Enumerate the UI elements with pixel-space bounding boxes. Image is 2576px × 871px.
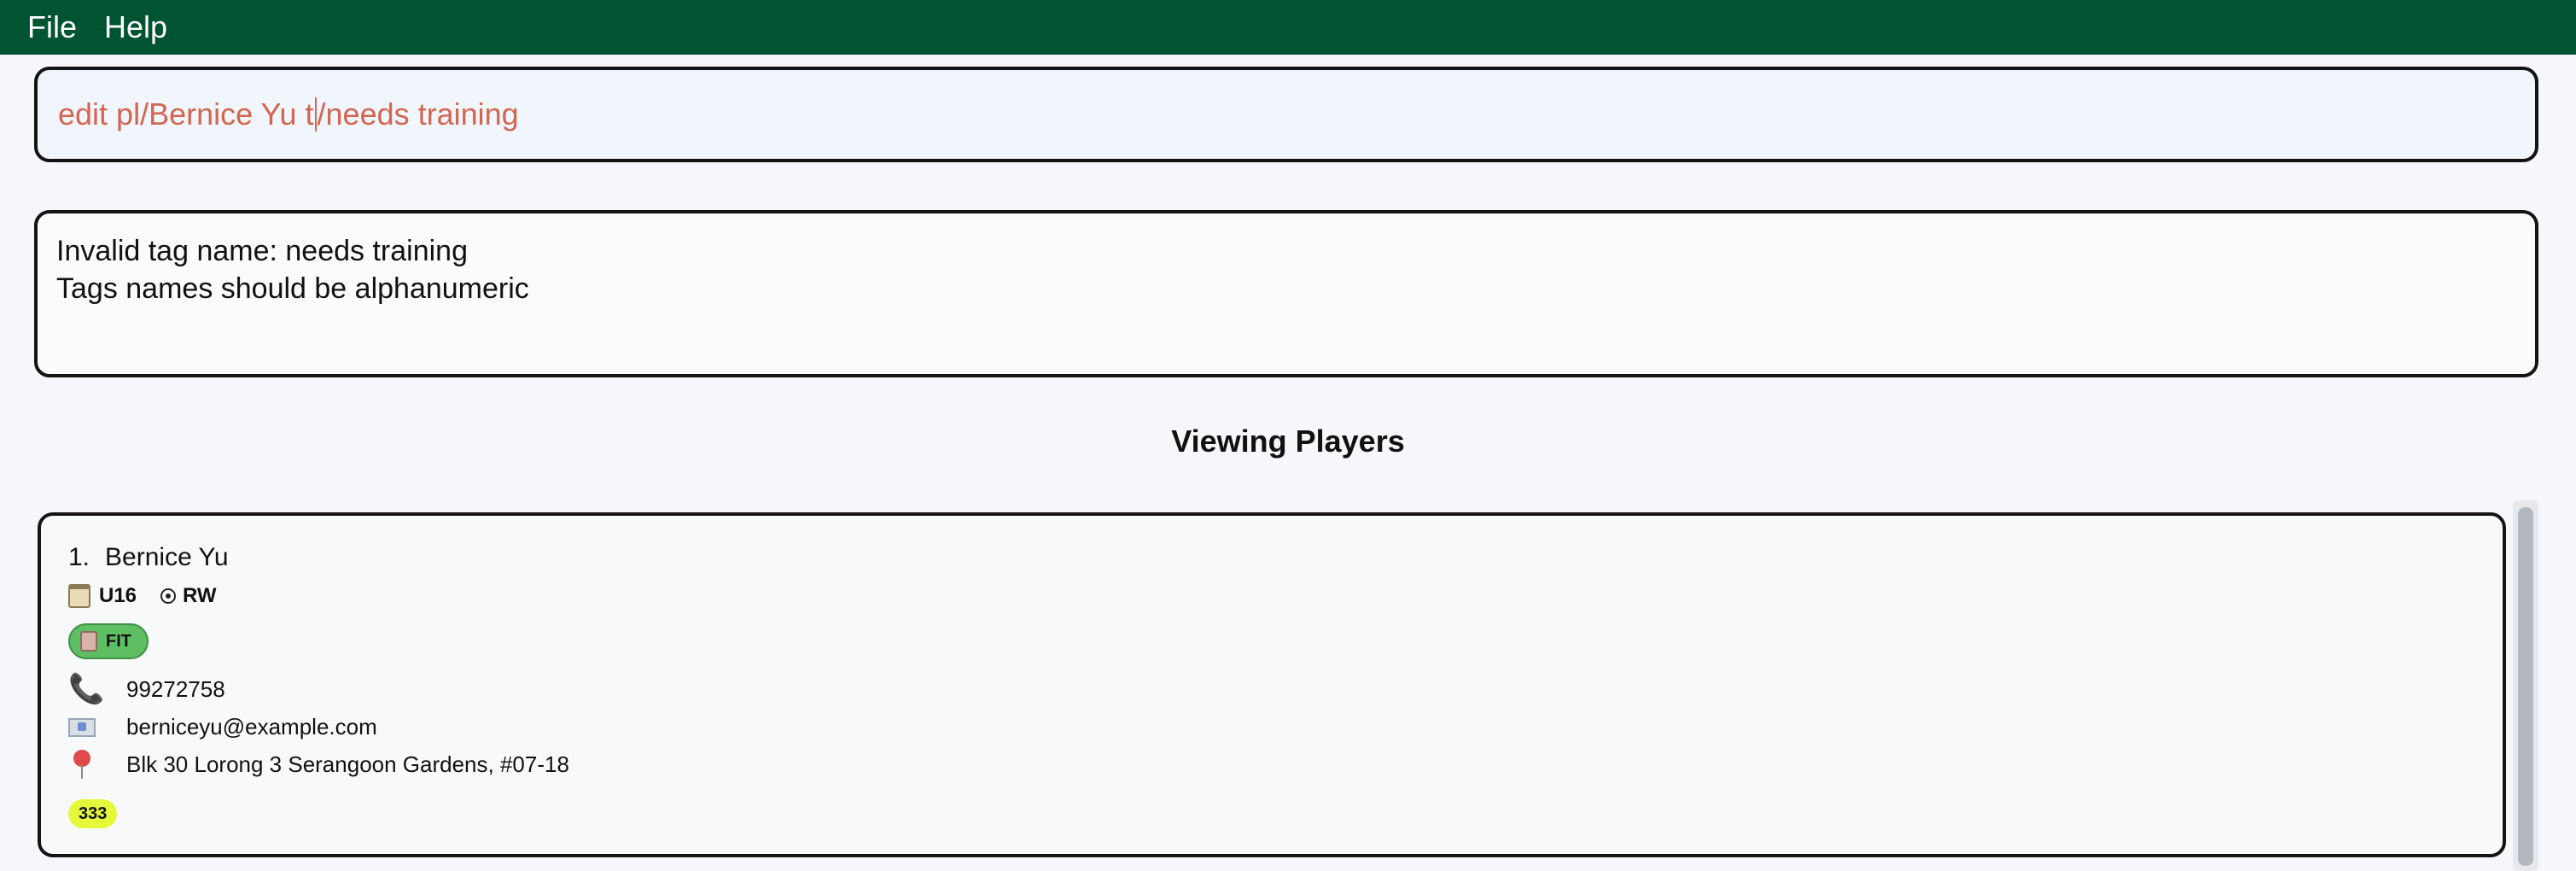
fitness-icon <box>80 631 97 652</box>
player-name: Bernice Yu <box>105 543 229 571</box>
phone-icon: 📞 <box>68 672 105 706</box>
result-line-1: Invalid tag name: needs training <box>56 235 468 267</box>
list-scrollbar[interactable] <box>2513 500 2538 871</box>
email-icon <box>68 717 96 737</box>
location-pin-icon <box>72 750 92 779</box>
scrollbar-thumb[interactable] <box>2518 507 2533 866</box>
command-text-before-caret: edit pl/Bernice Yu t <box>58 96 314 132</box>
player-email: berniceyu@example.com <box>126 714 377 739</box>
player-position: RW <box>183 584 217 607</box>
menu-help[interactable]: Help <box>90 9 181 45</box>
player-age-group: U16 <box>99 584 137 607</box>
calendar-icon <box>68 584 90 608</box>
result-line-2: Tags names should be alphanumeric <box>56 272 529 305</box>
menu-file[interactable]: File <box>14 9 90 45</box>
player-index: 1. <box>68 543 90 571</box>
soccer-ball-icon <box>160 588 177 604</box>
command-input[interactable]: edit pl/Bernice Yu t/needs training <box>34 67 2538 162</box>
player-meta-row: U16 RW <box>68 584 217 608</box>
player-phone: 99272758 <box>126 675 225 702</box>
email-row: berniceyu@example.com <box>68 714 377 740</box>
text-caret <box>314 97 317 132</box>
result-display[interactable]: Invalid tag name: needs training Tags na… <box>34 210 2538 377</box>
address-row: Blk 30 Lorong 3 Serangoon Gardens, #07-1… <box>68 750 569 779</box>
list-title: Viewing Players <box>1171 424 1405 459</box>
menu-bar: File Help <box>0 0 2576 55</box>
player-card[interactable]: 1. Bernice Yu U16 RW FIT 📞 99272758 berni… <box>38 512 2506 857</box>
player-address: Blk 30 Lorong 3 Serangoon Gardens, #07-1… <box>126 751 569 777</box>
player-name-row: 1. Bernice Yu <box>68 543 229 572</box>
tag-badge: 333 <box>68 799 118 828</box>
status-badge: FIT <box>68 623 149 659</box>
phone-row: 📞 99272758 <box>68 675 225 704</box>
status-label: FIT <box>106 631 131 651</box>
command-text-after-caret: /needs training <box>317 96 519 132</box>
